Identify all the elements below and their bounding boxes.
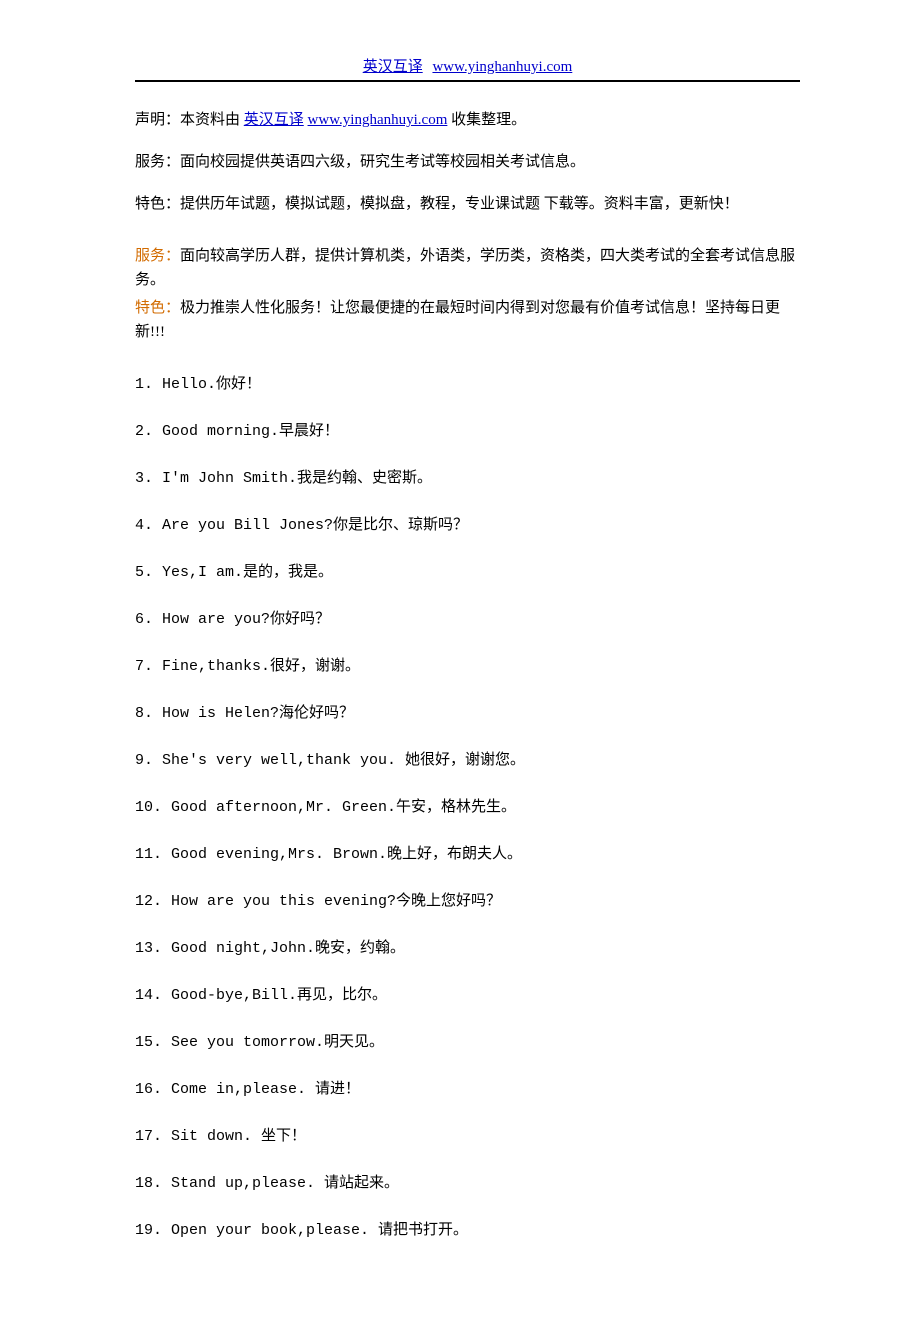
list-item-en: 18. Stand up,please.: [135, 1175, 324, 1192]
list-item-en: 19. Open your book,please.: [135, 1222, 378, 1239]
list-item-zh: 再见，比尔。: [297, 987, 387, 1003]
list-item-en: 12. How are you this evening?: [135, 893, 396, 910]
list-item: 12. How are you this evening?今晚上您好吗？: [135, 889, 800, 914]
header-url-link[interactable]: www.yinghanhuyi.com: [432, 59, 572, 75]
list-item-en: 9. She's very well,thank you.: [135, 752, 405, 769]
list-item-en: 5. Yes,I am.: [135, 564, 243, 581]
intro-link-url[interactable]: www.yinghanhuyi.com: [308, 112, 448, 128]
list-item-en: 10. Good afternoon,Mr. Green.: [135, 799, 396, 816]
list-item: 1. Hello.你好！: [135, 372, 800, 397]
list-item-en: 16. Come in,please.: [135, 1081, 315, 1098]
promo-text-service: 面向较高学历人群，提供计算机类，外语类，学历类，资格类，四大类考试的全套考试信息…: [135, 248, 795, 288]
list-item-en: 2. Good morning.: [135, 423, 279, 440]
list-item-zh: 坐下！: [261, 1128, 306, 1144]
list-item-en: 8. How is Helen?: [135, 705, 279, 722]
list-item-zh: 你好吗？: [270, 611, 330, 627]
list-item: 7. Fine,thanks.很好，谢谢。: [135, 654, 800, 679]
list-item-en: 15. See you tomorrow.: [135, 1034, 324, 1051]
list-item-zh: 她很好，谢谢您。: [405, 752, 525, 768]
list-item-zh: 请把书打开。: [378, 1222, 468, 1238]
list-item: 18. Stand up,please. 请站起来。: [135, 1171, 800, 1196]
list-item: 14. Good-bye,Bill.再见，比尔。: [135, 983, 800, 1008]
list-item-zh: 是的，我是。: [243, 564, 333, 580]
intro-line-1: 声明：本资料由 英汉互译 www.yinghanhuyi.com 收集整理。: [135, 108, 800, 132]
list-item-en: 17. Sit down.: [135, 1128, 261, 1145]
list-item: 11. Good evening,Mrs. Brown.晚上好，布朗夫人。: [135, 842, 800, 867]
promo-line-2: 特色：极力推崇人性化服务！让您最便捷的在最短时间内得到对您最有价值考试信息！坚持…: [135, 296, 800, 344]
list-item-zh: 明天见。: [324, 1034, 384, 1050]
header-title-link[interactable]: 英汉互译: [363, 59, 423, 75]
list-item-zh: 你是比尔、琼斯吗？: [333, 517, 468, 533]
intro-line-2: 服务：面向校园提供英语四六级，研究生考试等校园相关考试信息。: [135, 150, 800, 174]
intro-line-1-pre: 声明：本资料由: [135, 112, 244, 128]
list-item-zh: 今晚上您好吗？: [396, 893, 501, 909]
list-item: 3. I'm John Smith.我是约翰、史密斯。: [135, 466, 800, 491]
list-item-zh: 海伦好吗？: [279, 705, 354, 721]
promo-label-service: 服务：: [135, 248, 180, 264]
list-item: 13. Good night,John.晚安，约翰。: [135, 936, 800, 961]
list-item: 9. She's very well,thank you. 她很好，谢谢您。: [135, 748, 800, 773]
intro-block: 声明：本资料由 英汉互译 www.yinghanhuyi.com 收集整理。 服…: [135, 108, 800, 216]
list-item-en: 1. Hello.: [135, 376, 216, 393]
list-item: 16. Come in,please. 请进！: [135, 1077, 800, 1102]
sentence-list: 1. Hello.你好！ 2. Good morning.早晨好！ 3. I'm…: [135, 372, 800, 1243]
list-item: 17. Sit down. 坐下！: [135, 1124, 800, 1149]
list-item-zh: 请进！: [315, 1081, 360, 1097]
list-item: 8. How is Helen?海伦好吗？: [135, 701, 800, 726]
list-item: 4. Are you Bill Jones?你是比尔、琼斯吗？: [135, 513, 800, 538]
intro-line-1-post: 收集整理。: [451, 112, 526, 128]
promo-block: 服务：面向较高学历人群，提供计算机类，外语类，学历类，资格类，四大类考试的全套考…: [135, 244, 800, 344]
list-item-zh: 很好，谢谢。: [270, 658, 360, 674]
list-item-zh: 你好！: [216, 376, 261, 392]
list-item-en: 14. Good-bye,Bill.: [135, 987, 297, 1004]
list-item: 15. See you tomorrow.明天见。: [135, 1030, 800, 1055]
promo-label-feature: 特色：: [135, 300, 180, 316]
list-item-zh: 我是约翰、史密斯。: [297, 470, 432, 486]
page-header: 英汉互译 www.yinghanhuyi.com: [135, 55, 800, 76]
list-item-en: 13. Good night,John.: [135, 940, 315, 957]
list-item-zh: 请站起来。: [324, 1175, 399, 1191]
promo-line-1: 服务：面向较高学历人群，提供计算机类，外语类，学历类，资格类，四大类考试的全套考…: [135, 244, 800, 292]
list-item: 19. Open your book,please. 请把书打开。: [135, 1218, 800, 1243]
list-item: 6. How are you?你好吗？: [135, 607, 800, 632]
promo-text-feature: 极力推崇人性化服务！让您最便捷的在最短时间内得到对您最有价值考试信息！坚持每日更…: [135, 300, 780, 340]
list-item: 10. Good afternoon,Mr. Green.午安，格林先生。: [135, 795, 800, 820]
list-item-en: 3. I'm John Smith.: [135, 470, 297, 487]
list-item-en: 6. How are you?: [135, 611, 270, 628]
list-item-en: 11. Good evening,Mrs. Brown.: [135, 846, 387, 863]
intro-line-3: 特色：提供历年试题，模拟试题，模拟盘，教程，专业课试题 下载等。资料丰富，更新快…: [135, 192, 800, 216]
intro-link-title[interactable]: 英汉互译: [244, 112, 304, 128]
list-item: 2. Good morning.早晨好！: [135, 419, 800, 444]
document-page: 英汉互译 www.yinghanhuyi.com 声明：本资料由 英汉互译 ww…: [0, 0, 920, 1325]
list-item: 5. Yes,I am.是的，我是。: [135, 560, 800, 585]
content-area: 声明：本资料由 英汉互译 www.yinghanhuyi.com 收集整理。 服…: [135, 108, 800, 1243]
list-item-en: 7. Fine,thanks.: [135, 658, 270, 675]
list-item-zh: 晚上好，布朗夫人。: [387, 846, 522, 862]
list-item-zh: 晚安，约翰。: [315, 940, 405, 956]
list-item-en: 4. Are you Bill Jones?: [135, 517, 333, 534]
list-item-zh: 早晨好！: [279, 423, 339, 439]
list-item-zh: 午安，格林先生。: [396, 799, 516, 815]
header-divider: [135, 80, 800, 82]
